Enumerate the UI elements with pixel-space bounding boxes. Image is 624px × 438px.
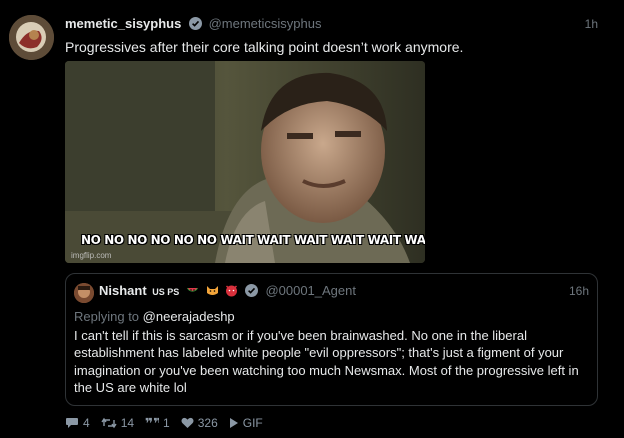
- gif-caption: NO NO NO NO NO NO WAIT WAIT WAIT WAIT WA…: [81, 233, 425, 247]
- avatar-image: [9, 15, 54, 60]
- quoted-header: Nishant US PS @00001_Agent: [99, 283, 356, 300]
- quote-icon: ❞❞: [145, 417, 159, 429]
- like-button[interactable]: 326: [181, 416, 218, 430]
- quoted-time[interactable]: 16h: [569, 284, 589, 298]
- quote-tweet-button[interactable]: ❞❞ 1: [145, 416, 170, 430]
- tweet-media-gif[interactable]: NO NO NO NO NO NO WAIT WAIT WAIT WAIT WA…: [65, 61, 425, 263]
- avatar[interactable]: [9, 15, 54, 60]
- reply-count: 4: [83, 416, 90, 430]
- retweet-count: 14: [120, 416, 135, 430]
- quoted-name-suffix: US PS: [152, 287, 180, 297]
- replying-prefix: Replying to: [74, 309, 140, 324]
- like-count: 326: [197, 416, 218, 430]
- heart-icon: [181, 417, 194, 428]
- retweet-icon: [101, 417, 117, 429]
- angry-devil-icon: [225, 284, 238, 300]
- play-icon: [229, 418, 238, 428]
- retweet-button[interactable]: 14: [101, 416, 134, 430]
- verified-badge-icon: [188, 17, 202, 33]
- quoted-avatar[interactable]: [74, 283, 94, 303]
- quoted-text: I can't tell if this is sarcasm or if yo…: [74, 328, 579, 395]
- reply-icon: [66, 418, 78, 428]
- tweet-header: memetic_sisyphus @memeticsisyphus: [65, 16, 322, 33]
- gif-label: GIF: [242, 416, 263, 430]
- tweet-time[interactable]: 1h: [585, 17, 598, 31]
- quoted-author-name[interactable]: Nishant: [99, 283, 147, 298]
- author-name[interactable]: memetic_sisyphus: [65, 16, 181, 31]
- replying-to: Replying to @neerajadeshp: [74, 309, 235, 324]
- replying-to-link[interactable]: @neerajadeshp: [143, 309, 235, 324]
- quote-count: 1: [163, 416, 170, 430]
- reply-button[interactable]: 4: [65, 416, 90, 430]
- cat-face-icon: [206, 284, 219, 300]
- author-handle[interactable]: @memeticsisyphus: [209, 16, 322, 31]
- gif-watermark: imgflip.com: [71, 251, 112, 260]
- quoted-tweet[interactable]: Nishant US PS @00001_Agent 16h Replying …: [65, 273, 598, 406]
- tweet-text: Progressives after their core talking po…: [65, 39, 464, 55]
- gif-play-button[interactable]: GIF: [229, 416, 263, 430]
- watermelon-icon: [186, 284, 199, 300]
- svg-text:❞❞: ❞❞: [145, 417, 159, 429]
- verified-badge-icon: [244, 284, 258, 300]
- quoted-author-handle[interactable]: @00001_Agent: [265, 283, 356, 298]
- action-bar: 4 14 ❞❞ 1 326 GIF: [65, 416, 274, 430]
